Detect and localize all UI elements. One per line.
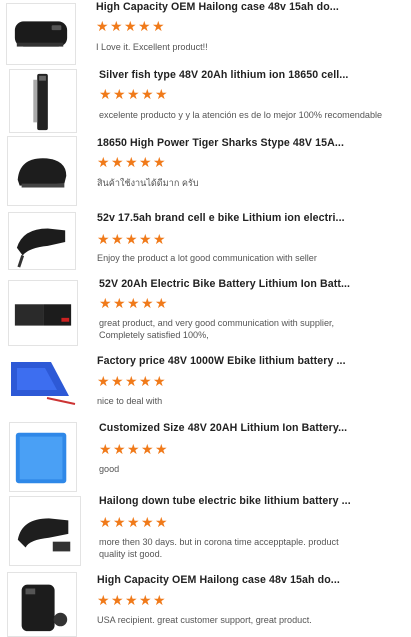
star-icon: ★ (127, 295, 140, 311)
review-item[interactable]: High Capacity OEM Hailong case 48v 15ah … (0, 572, 411, 637)
review-item[interactable]: Factory price 48V 1000W Ebike lithium ba… (0, 354, 411, 422)
battery-pair-icon[interactable] (8, 280, 78, 346)
product-title[interactable]: Customized Size 48V 20AH Lithium Ion Bat… (99, 422, 347, 434)
star-icon: ★ (127, 441, 140, 457)
star-icon: ★ (111, 231, 124, 247)
review-comment: nice to deal with (97, 396, 163, 406)
star-icon: ★ (125, 231, 138, 247)
battery-downtube-icon[interactable] (9, 496, 81, 566)
star-icon: ★ (141, 514, 154, 530)
star-icon: ★ (139, 373, 152, 389)
star-icon: ★ (139, 592, 152, 608)
star-icon: ★ (153, 592, 166, 608)
star-icon: ★ (97, 373, 110, 389)
review-item[interactable]: High Capacity OEM Hailong case 48v 15ah … (0, 0, 411, 66)
star-icon: ★ (97, 592, 110, 608)
rating-stars: ★ ★ ★ ★ ★ (99, 86, 168, 102)
star-icon: ★ (138, 18, 151, 34)
star-icon: ★ (99, 441, 112, 457)
review-comment: USA recipient. great customer support, g… (97, 615, 312, 625)
battery-silverfish-icon[interactable] (9, 69, 77, 133)
review-comment: more then 30 days. but in corona time ac… (99, 537, 339, 559)
battery-hailong-icon[interactable] (6, 3, 76, 65)
rating-stars: ★ ★ ★ ★ ★ (97, 231, 166, 247)
review-comment: สินค้าใช้งานได้ดีมาก ครับ (97, 178, 199, 188)
star-icon: ★ (113, 514, 126, 530)
star-icon: ★ (127, 514, 140, 530)
star-icon: ★ (155, 295, 168, 311)
review-comment: Enjoy the product a lot good communicati… (97, 253, 317, 263)
star-icon: ★ (111, 373, 124, 389)
star-icon: ★ (153, 373, 166, 389)
star-icon: ★ (125, 373, 138, 389)
review-item[interactable]: 52v 17.5ah brand cell e bike Lithium ion… (0, 210, 411, 276)
star-icon: ★ (99, 514, 112, 530)
battery-hailong-mount-icon[interactable] (7, 572, 77, 637)
rating-stars: ★ ★ ★ ★ ★ (97, 373, 166, 389)
star-icon: ★ (155, 86, 168, 102)
rating-stars: ★ ★ ★ ★ ★ (97, 592, 166, 608)
review-item[interactable]: 18650 High Power Tiger Sharks Stype 48V … (0, 134, 411, 210)
star-icon: ★ (139, 154, 152, 170)
star-icon: ★ (113, 295, 126, 311)
star-icon: ★ (113, 441, 126, 457)
review-comment: good (99, 464, 120, 474)
review-item[interactable]: 52V 20Ah Electric Bike Battery Lithium I… (0, 276, 411, 354)
rating-stars: ★ ★ ★ ★ ★ (99, 514, 168, 530)
rating-stars: ★ ★ ★ ★ ★ (96, 18, 165, 34)
star-icon: ★ (152, 18, 165, 34)
rating-stars: ★ ★ ★ ★ ★ (97, 154, 166, 170)
rating-stars: ★ ★ ★ ★ ★ (99, 441, 168, 457)
product-title[interactable]: 18650 High Power Tiger Sharks Stype 48V … (97, 137, 344, 149)
star-icon: ★ (111, 154, 124, 170)
product-title[interactable]: Silver fish type 48V 20Ah lithium ion 18… (99, 69, 348, 81)
star-icon: ★ (141, 86, 154, 102)
battery-pack-blue-icon[interactable] (9, 422, 77, 492)
star-icon: ★ (110, 18, 123, 34)
star-icon: ★ (153, 231, 166, 247)
star-icon: ★ (141, 441, 154, 457)
star-icon: ★ (153, 154, 166, 170)
product-title[interactable]: Hailong down tube electric bike lithium … (99, 495, 351, 507)
star-icon: ★ (111, 592, 124, 608)
star-icon: ★ (96, 18, 109, 34)
star-icon: ★ (124, 18, 137, 34)
star-icon: ★ (155, 441, 168, 457)
star-icon: ★ (155, 514, 168, 530)
battery-triangle-icon[interactable] (7, 354, 77, 420)
star-icon: ★ (113, 86, 126, 102)
battery-tube-icon[interactable] (8, 212, 76, 270)
product-title[interactable]: 52v 17.5ah brand cell e bike Lithium ion… (97, 212, 345, 224)
product-title[interactable]: Factory price 48V 1000W Ebike lithium ba… (97, 355, 346, 367)
star-icon: ★ (127, 86, 140, 102)
star-icon: ★ (97, 231, 110, 247)
review-comment: I Love it. Excellent product!! (96, 42, 208, 52)
star-icon: ★ (125, 154, 138, 170)
star-icon: ★ (99, 295, 112, 311)
product-title[interactable]: High Capacity OEM Hailong case 48v 15ah … (97, 574, 340, 586)
battery-tigershark-icon[interactable] (7, 136, 77, 206)
review-item[interactable]: Customized Size 48V 20AH Lithium Ion Bat… (0, 422, 411, 494)
star-icon: ★ (139, 231, 152, 247)
star-icon: ★ (141, 295, 154, 311)
star-icon: ★ (99, 86, 112, 102)
star-icon: ★ (97, 154, 110, 170)
rating-stars: ★ ★ ★ ★ ★ (99, 295, 168, 311)
review-item[interactable]: Silver fish type 48V 20Ah lithium ion 18… (0, 66, 411, 134)
star-icon: ★ (125, 592, 138, 608)
product-title[interactable]: 52V 20Ah Electric Bike Battery Lithium I… (99, 278, 350, 290)
review-item[interactable]: Hailong down tube electric bike lithium … (0, 494, 411, 572)
review-comment: excelente producto y y la atención es de… (99, 110, 383, 120)
product-title[interactable]: High Capacity OEM Hailong case 48v 15ah … (96, 1, 339, 13)
review-comment: great product, and very good communicati… (99, 318, 335, 340)
